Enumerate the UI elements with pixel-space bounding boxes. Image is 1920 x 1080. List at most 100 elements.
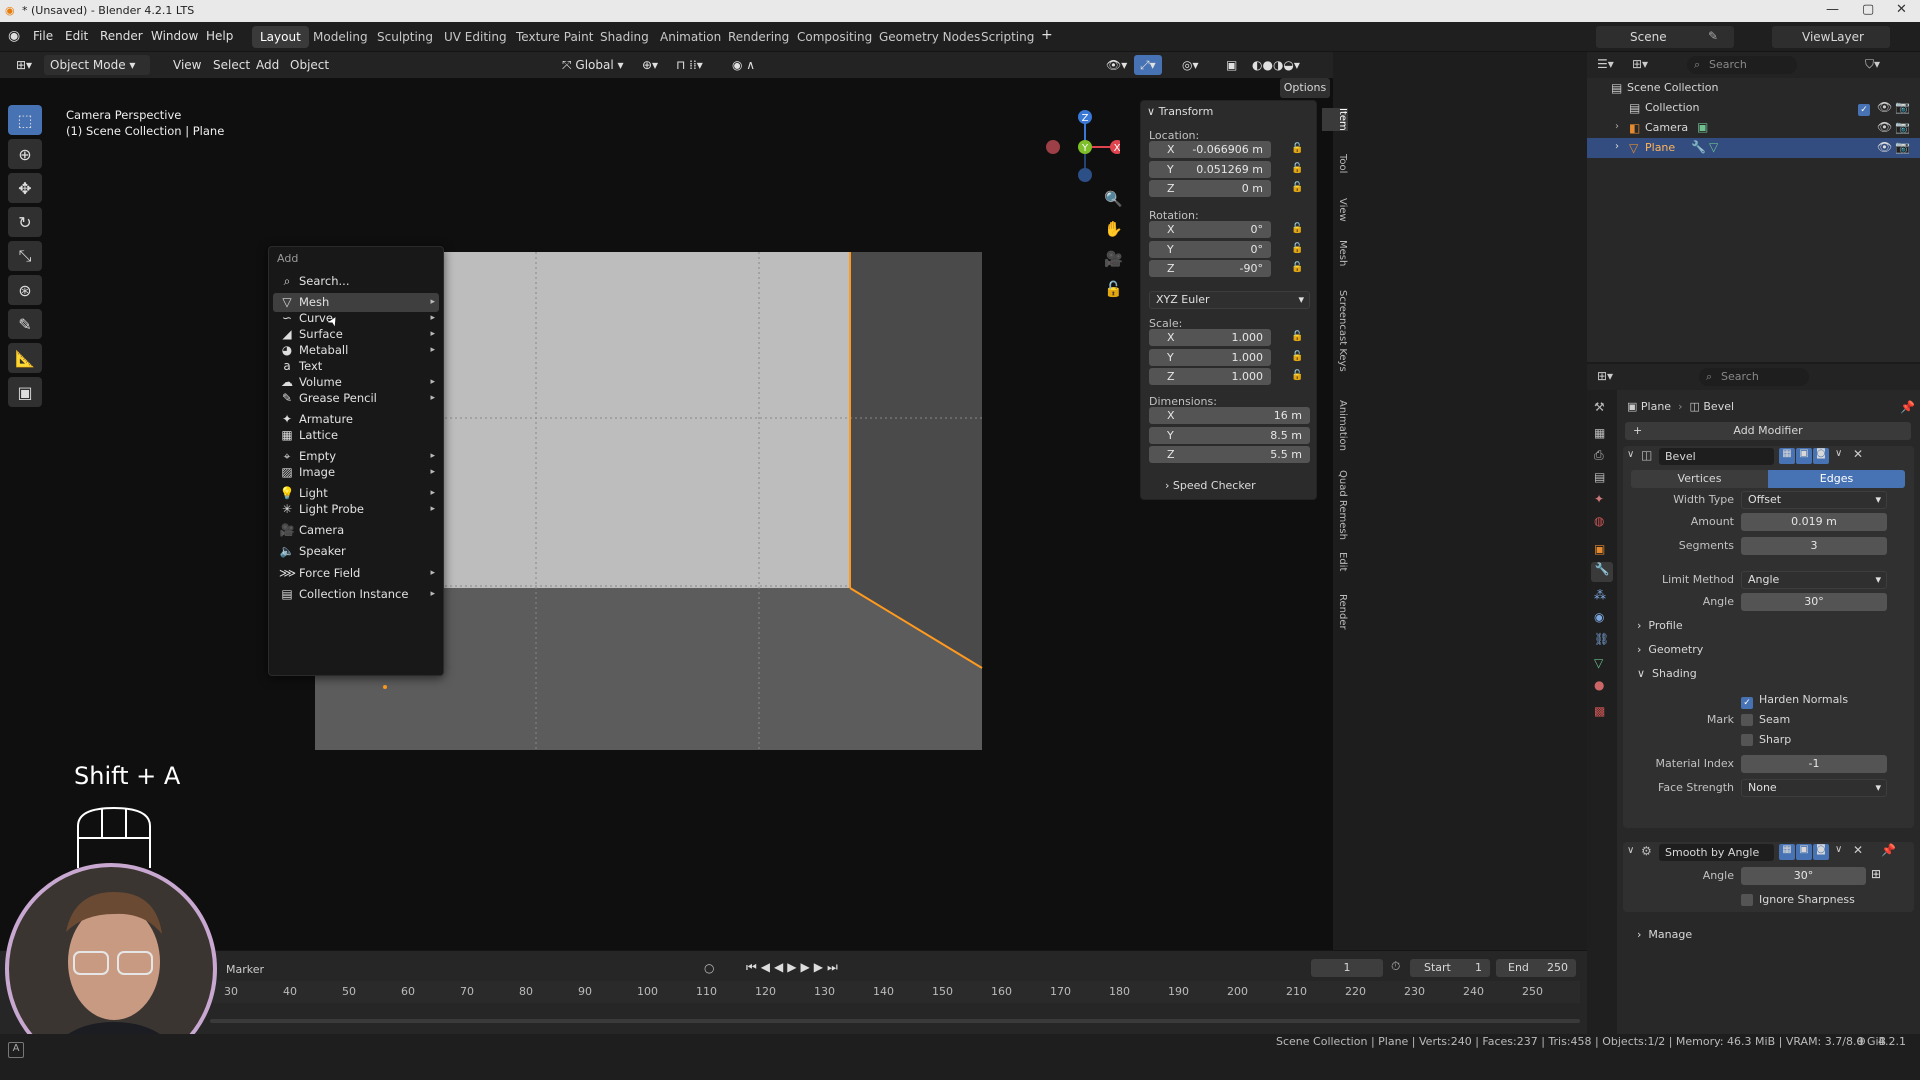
sidebar-tab-mesh[interactable]: Mesh <box>1322 240 1348 266</box>
angle-field[interactable]: 30° <box>1741 593 1887 611</box>
xray-icon[interactable]: ▣ <box>1220 55 1243 75</box>
tab-compositing[interactable]: Compositing <box>789 26 880 48</box>
lock-icon[interactable]: 🔓 <box>1291 223 1303 234</box>
editor-type-icon[interactable]: ⊞▾ <box>10 55 38 75</box>
add-menu-item-grease-pencil[interactable]: ✎ Grease Pencil ▸ <box>273 389 439 408</box>
lock-icon[interactable]: 🔓 <box>1291 243 1303 254</box>
options-button[interactable]: Options <box>1280 78 1330 98</box>
properties-search[interactable]: ⌕ Search <box>1699 368 1809 386</box>
sidebar-tab-animation[interactable]: Animation <box>1322 400 1348 451</box>
collapse-icon[interactable]: ∨ <box>1627 449 1634 460</box>
outliner-search[interactable]: ⌕ Search <box>1687 56 1797 74</box>
camera-render-icon[interactable]: 📷 <box>1895 100 1910 114</box>
filter-icon[interactable]: ⛉▾ <box>1865 57 1880 72</box>
edit-mode-toggle-icon[interactable]: ▦ <box>1779 448 1795 464</box>
lock-icon[interactable]: 🔓 <box>1291 143 1303 154</box>
orientation-dropdown[interactable]: ⤧ Global ▾ <box>556 55 630 75</box>
smooth-angle-field[interactable]: 30° <box>1741 867 1866 885</box>
lock-icon[interactable]: 🔓 <box>1104 280 1123 298</box>
tab-rendering[interactable]: Rendering <box>720 26 797 48</box>
manage-subpanel[interactable]: › Manage <box>1637 928 1692 941</box>
zoom-icon[interactable]: 🔍 <box>1104 190 1123 208</box>
cursor-icon[interactable]: ⊕ <box>8 139 42 169</box>
sidebar-tab-item[interactable]: Item <box>1322 108 1348 131</box>
lock-icon[interactable]: 🔓 <box>1291 331 1303 342</box>
menu-edit[interactable]: Edit <box>65 29 88 43</box>
physics-tab-icon[interactable]: ◉ <box>1594 610 1604 624</box>
scale-z-field[interactable]: Z 1.000 <box>1149 368 1271 385</box>
harden-normals-checkbox[interactable]: ✓ <box>1741 694 1753 709</box>
rotation-x-field[interactable]: X 0° <box>1149 221 1271 238</box>
add-menu-item-force-field[interactable]: ⋙ Force Field ▸ <box>273 564 439 583</box>
gizmo-neg-x[interactable] <box>1046 140 1060 154</box>
amount-field[interactable]: 0.019 m <box>1741 513 1887 531</box>
geometry-subpanel[interactable]: › Geometry <box>1637 643 1703 656</box>
marker-menu[interactable]: Marker <box>226 963 264 976</box>
pin-icon[interactable]: ✎ <box>1708 29 1718 43</box>
viewport-menu-select[interactable]: Select <box>207 55 256 75</box>
pin-icon[interactable]: 📌 <box>1900 400 1915 414</box>
location-z-field[interactable]: Z 0 m <box>1149 180 1271 197</box>
add-cube-icon[interactable]: ▣ <box>8 377 42 407</box>
add-menu-item-collection-instance[interactable]: ▤ Collection Instance ▸ <box>273 585 439 604</box>
node-socket-icon[interactable]: ⊞ <box>1871 867 1881 881</box>
render-toggle-icon[interactable]: ◙ <box>1813 844 1829 860</box>
close-icon[interactable]: ✕ <box>1896 2 1907 17</box>
proportional-edit-icon[interactable]: ◉ ∧ <box>726 55 761 75</box>
speed-checker-panel[interactable]: › Speed Checker <box>1165 479 1256 492</box>
viewport-menu-object[interactable]: Object <box>284 55 335 75</box>
tool-tab-icon[interactable]: ⚒ <box>1594 400 1605 414</box>
gizmo-toggle-icon[interactable]: ⤢▾ <box>1134 55 1162 75</box>
chevron-down-icon[interactable]: ∨ <box>1835 448 1842 459</box>
material-index-field[interactable]: -1 <box>1741 755 1887 773</box>
remove-modifier-icon[interactable]: ✕ <box>1853 447 1863 461</box>
transform-icon[interactable]: ⊛ <box>8 275 42 305</box>
navigation-gizmo[interactable]: Z X Y <box>1035 105 1120 185</box>
lock-icon[interactable]: 🔓 <box>1291 370 1303 381</box>
add-menu-item-lattice[interactable]: ▦ Lattice <box>273 426 439 445</box>
dimensions-z-field[interactable]: Z 5.5 m <box>1149 446 1310 463</box>
shading-subpanel[interactable]: ∨ Shading <box>1637 667 1697 680</box>
limit-method-dropdown[interactable]: Angle ▾ <box>1741 571 1887 589</box>
render-tab-icon[interactable]: ▦ <box>1594 426 1605 440</box>
chevron-down-icon[interactable]: ∨ <box>1835 844 1842 855</box>
lock-icon[interactable]: 🔓 <box>1291 262 1303 273</box>
tab-uv-editing[interactable]: UV Editing <box>436 26 515 48</box>
annotate-icon[interactable]: ✎ <box>8 309 42 339</box>
sidebar-tab-quad-remesh[interactable]: Quad Remesh <box>1322 470 1348 540</box>
tab-texture-paint[interactable]: Texture Paint <box>508 26 601 48</box>
tab-geometry-nodes[interactable]: Geometry Nodes <box>871 26 988 48</box>
tab-shading[interactable]: Shading <box>592 26 657 48</box>
scale-y-field[interactable]: Y 1.000 <box>1149 348 1271 366</box>
segments-field[interactable]: 3 <box>1741 537 1887 555</box>
gizmo-neg-z[interactable] <box>1078 168 1092 182</box>
autokey-icon[interactable]: ○ <box>704 961 714 975</box>
viewport-toggle-icon[interactable]: ▣ <box>1796 448 1812 464</box>
tab-layout[interactable]: Layout <box>252 26 309 48</box>
camera-render-icon[interactable]: 📷 <box>1895 120 1910 134</box>
rotation-y-field[interactable]: Y 0° <box>1149 240 1271 258</box>
sidebar-tab-render[interactable]: Render <box>1322 594 1348 630</box>
viewport-menu-add[interactable]: Add <box>250 55 285 75</box>
playback-controls[interactable]: ⏮◀◀▶▶▶⏭ <box>746 960 842 975</box>
tab-sculpting[interactable]: Sculpting <box>369 26 441 48</box>
material-tab-icon[interactable]: ● <box>1594 678 1604 692</box>
shading-modes-icon[interactable]: ◐●◑◒▾ <box>1246 55 1306 75</box>
smooth-name-field[interactable]: Smooth by Angle <box>1659 844 1774 861</box>
timeline-scrollbar[interactable] <box>210 1019 1580 1023</box>
seam-checkbox[interactable] <box>1741 714 1753 729</box>
rotate-icon[interactable]: ↻ <box>8 207 42 237</box>
outliner-row-plane[interactable]: › ▽ Plane 🔧 ▽ 👁 📷 <box>1587 138 1920 158</box>
outliner-row-scene-collection[interactable]: ▤ Scene Collection <box>1587 78 1920 98</box>
display-mode-icon[interactable]: ⊞▾ <box>1632 57 1648 71</box>
measure-icon[interactable]: 📐 <box>8 343 42 373</box>
viewlayer-selector[interactable]: ViewLayer <box>1772 26 1890 48</box>
object-tab-icon[interactable]: ▣ <box>1594 542 1605 556</box>
pin-icon[interactable]: 📌 <box>1881 843 1896 857</box>
tab-vertices[interactable]: Vertices <box>1631 470 1768 488</box>
tab-scripting[interactable]: Scripting <box>973 26 1042 48</box>
lock-icon[interactable]: 🔓 <box>1291 182 1303 193</box>
view-layer-tab-icon[interactable]: ▤ <box>1594 470 1605 484</box>
pivot-icon[interactable]: ⊕▾ <box>636 55 664 75</box>
maximize-icon[interactable]: ▢ <box>1862 2 1874 17</box>
